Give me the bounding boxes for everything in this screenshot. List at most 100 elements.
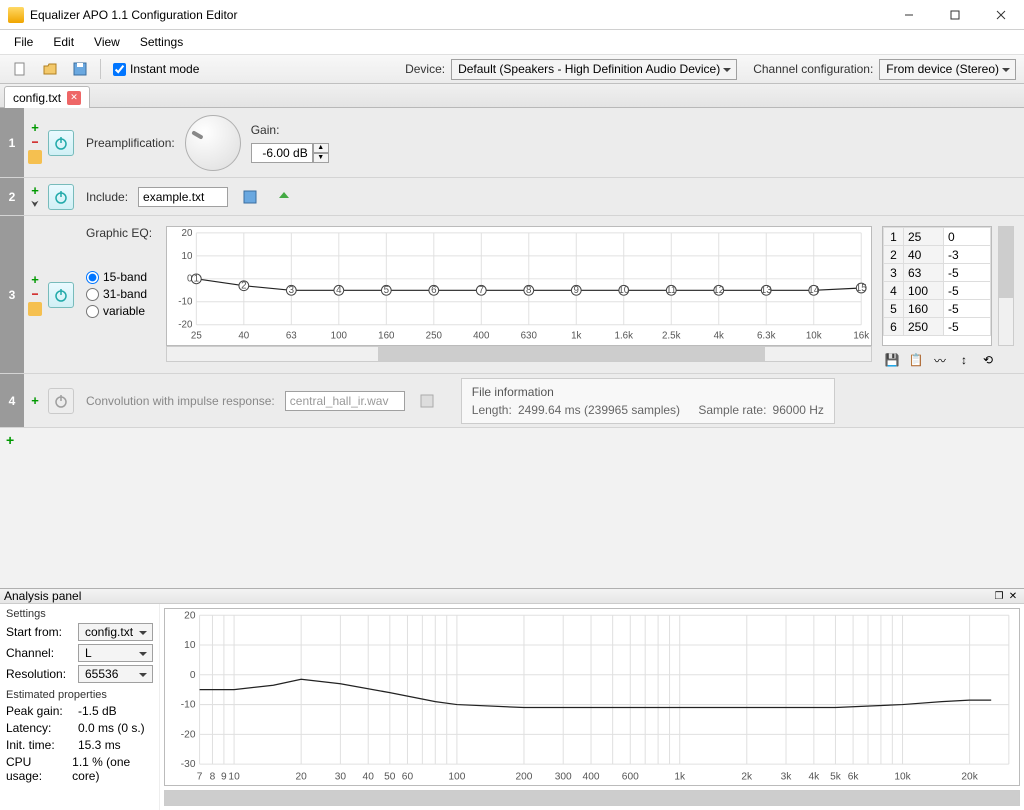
eq-variable-radio[interactable]: variable (86, 304, 156, 318)
svg-text:630: 630 (521, 330, 538, 341)
eq-31band-radio[interactable]: 31-band (86, 287, 156, 301)
file-info-box: File information Length: 2499.64 ms (239… (461, 378, 835, 424)
add-icon[interactable]: + (31, 273, 39, 286)
svg-text:20: 20 (296, 772, 308, 783)
gain-knob[interactable] (185, 115, 241, 171)
svg-text:50: 50 (384, 772, 396, 783)
eq-table-scroll[interactable] (998, 226, 1014, 346)
gain-input[interactable] (251, 143, 313, 163)
channel-label: Channel: (6, 646, 72, 660)
remove-icon[interactable]: − (31, 136, 38, 148)
eq-plot[interactable]: -20-10010202540631001602504006301k1.6k2.… (166, 226, 872, 346)
svg-text:10: 10 (182, 251, 193, 262)
resolution-label: Resolution: (6, 667, 72, 681)
gain-spinner[interactable]: ▲▼ (251, 143, 329, 163)
device-combo[interactable]: Default (Speakers - High Definition Audi… (451, 59, 737, 80)
svg-text:-20: -20 (181, 729, 196, 740)
maximize-button[interactable] (932, 0, 978, 30)
svg-text:20: 20 (182, 228, 193, 239)
svg-text:3: 3 (289, 285, 294, 296)
menu-file[interactable]: File (4, 32, 43, 52)
chevron-down-icon[interactable]: ⮟ (31, 199, 39, 210)
save-file-button[interactable] (68, 57, 92, 81)
channel-config-combo[interactable]: From device (Stereo) (879, 59, 1016, 80)
analysis-plot[interactable]: -30-20-100102078910203040506010020030040… (164, 608, 1020, 786)
svg-text:300: 300 (555, 772, 572, 783)
svg-text:15: 15 (856, 283, 867, 294)
svg-text:8: 8 (210, 772, 216, 783)
svg-text:13: 13 (761, 285, 772, 296)
row-graphic-eq: 3 + − Graphic EQ: 15-band 31-band variab… (0, 216, 1024, 374)
svg-text:250: 250 (426, 330, 443, 341)
close-button[interactable] (978, 0, 1024, 30)
up-arrow-button[interactable] (272, 185, 296, 209)
svg-text:7: 7 (197, 772, 203, 783)
add-icon[interactable]: + (31, 394, 39, 407)
power-toggle[interactable] (48, 184, 74, 210)
svg-text:6: 6 (431, 285, 436, 296)
edit-icon[interactable] (28, 150, 42, 164)
open-file-button[interactable] (38, 57, 62, 81)
svg-text:10: 10 (184, 640, 196, 651)
latency-label: Latency: (6, 721, 72, 735)
device-label: Device: (405, 62, 445, 76)
add-icon[interactable]: + (31, 184, 39, 197)
peakgain-label: Peak gain: (6, 704, 72, 718)
reset-icon[interactable]: ⟲ (978, 350, 998, 370)
resolution-combo[interactable]: 65536 (78, 665, 153, 683)
copy-icon[interactable]: 📋 (906, 350, 926, 370)
svg-text:10: 10 (228, 772, 240, 783)
menu-view[interactable]: View (84, 32, 130, 52)
eq-15band-radio[interactable]: 15-band (86, 270, 156, 284)
edit-icon[interactable] (28, 302, 42, 316)
cpu-label: CPU usage: (6, 755, 66, 783)
row-controls: + − (24, 216, 46, 373)
normalize-icon[interactable]: ↕ (954, 350, 974, 370)
instant-mode-check[interactable] (113, 63, 126, 76)
save-icon[interactable]: 💾 (882, 350, 902, 370)
spin-down-icon[interactable]: ▼ (313, 153, 329, 163)
svg-text:-20: -20 (178, 320, 193, 331)
svg-text:9: 9 (574, 285, 579, 296)
browse-button[interactable] (238, 185, 262, 209)
inittime-value: 15.3 ms (78, 738, 121, 752)
power-toggle[interactable] (48, 282, 74, 308)
add-icon: + (6, 432, 14, 448)
row-number: 3 (0, 216, 24, 373)
eq-table[interactable]: 1250240-3363-54100-55160-56250-5 (882, 226, 992, 346)
add-row[interactable]: + (0, 428, 1024, 452)
menu-edit[interactable]: Edit (43, 32, 84, 52)
inittime-label: Init. time: (6, 738, 72, 752)
row-controls: + − (24, 108, 46, 177)
channel-combo[interactable]: L (78, 644, 153, 662)
minimize-button[interactable] (886, 0, 932, 30)
svg-text:4: 4 (336, 285, 342, 296)
instant-mode-checkbox[interactable]: Instant mode (113, 62, 199, 76)
analysis-panel: Analysis panel ❐ ✕ Settings Start from:c… (0, 588, 1024, 798)
workspace: 1 + − Preamplification: Gain: ▲▼ 2 + ⮟ I… (0, 108, 1024, 588)
menu-settings[interactable]: Settings (130, 32, 193, 52)
spin-up-icon[interactable]: ▲ (313, 143, 329, 153)
svg-text:20k: 20k (961, 772, 978, 783)
dock-button[interactable]: ❐ (992, 589, 1006, 603)
startfrom-combo[interactable]: config.txt (78, 623, 153, 641)
power-toggle[interactable] (48, 130, 74, 156)
eq-scroll-h[interactable] (166, 346, 872, 362)
browse-button[interactable] (415, 389, 439, 413)
svg-text:60: 60 (402, 772, 414, 783)
invert-icon[interactable]: 〰 (930, 350, 950, 370)
instant-mode-label: Instant mode (130, 62, 199, 76)
power-toggle[interactable] (48, 388, 74, 414)
close-panel-button[interactable]: ✕ (1006, 589, 1020, 603)
svg-text:16k: 16k (853, 330, 869, 341)
tab-close-button[interactable]: ✕ (67, 91, 81, 105)
convolution-file-input (285, 391, 405, 411)
svg-text:40: 40 (238, 330, 249, 341)
length-label: Length: (472, 403, 512, 417)
include-file-input[interactable] (138, 187, 228, 207)
svg-text:6k: 6k (848, 772, 860, 783)
remove-icon[interactable]: − (31, 288, 38, 300)
add-icon[interactable]: + (31, 121, 39, 134)
tab-config[interactable]: config.txt ✕ (4, 86, 90, 108)
new-file-button[interactable] (8, 57, 32, 81)
